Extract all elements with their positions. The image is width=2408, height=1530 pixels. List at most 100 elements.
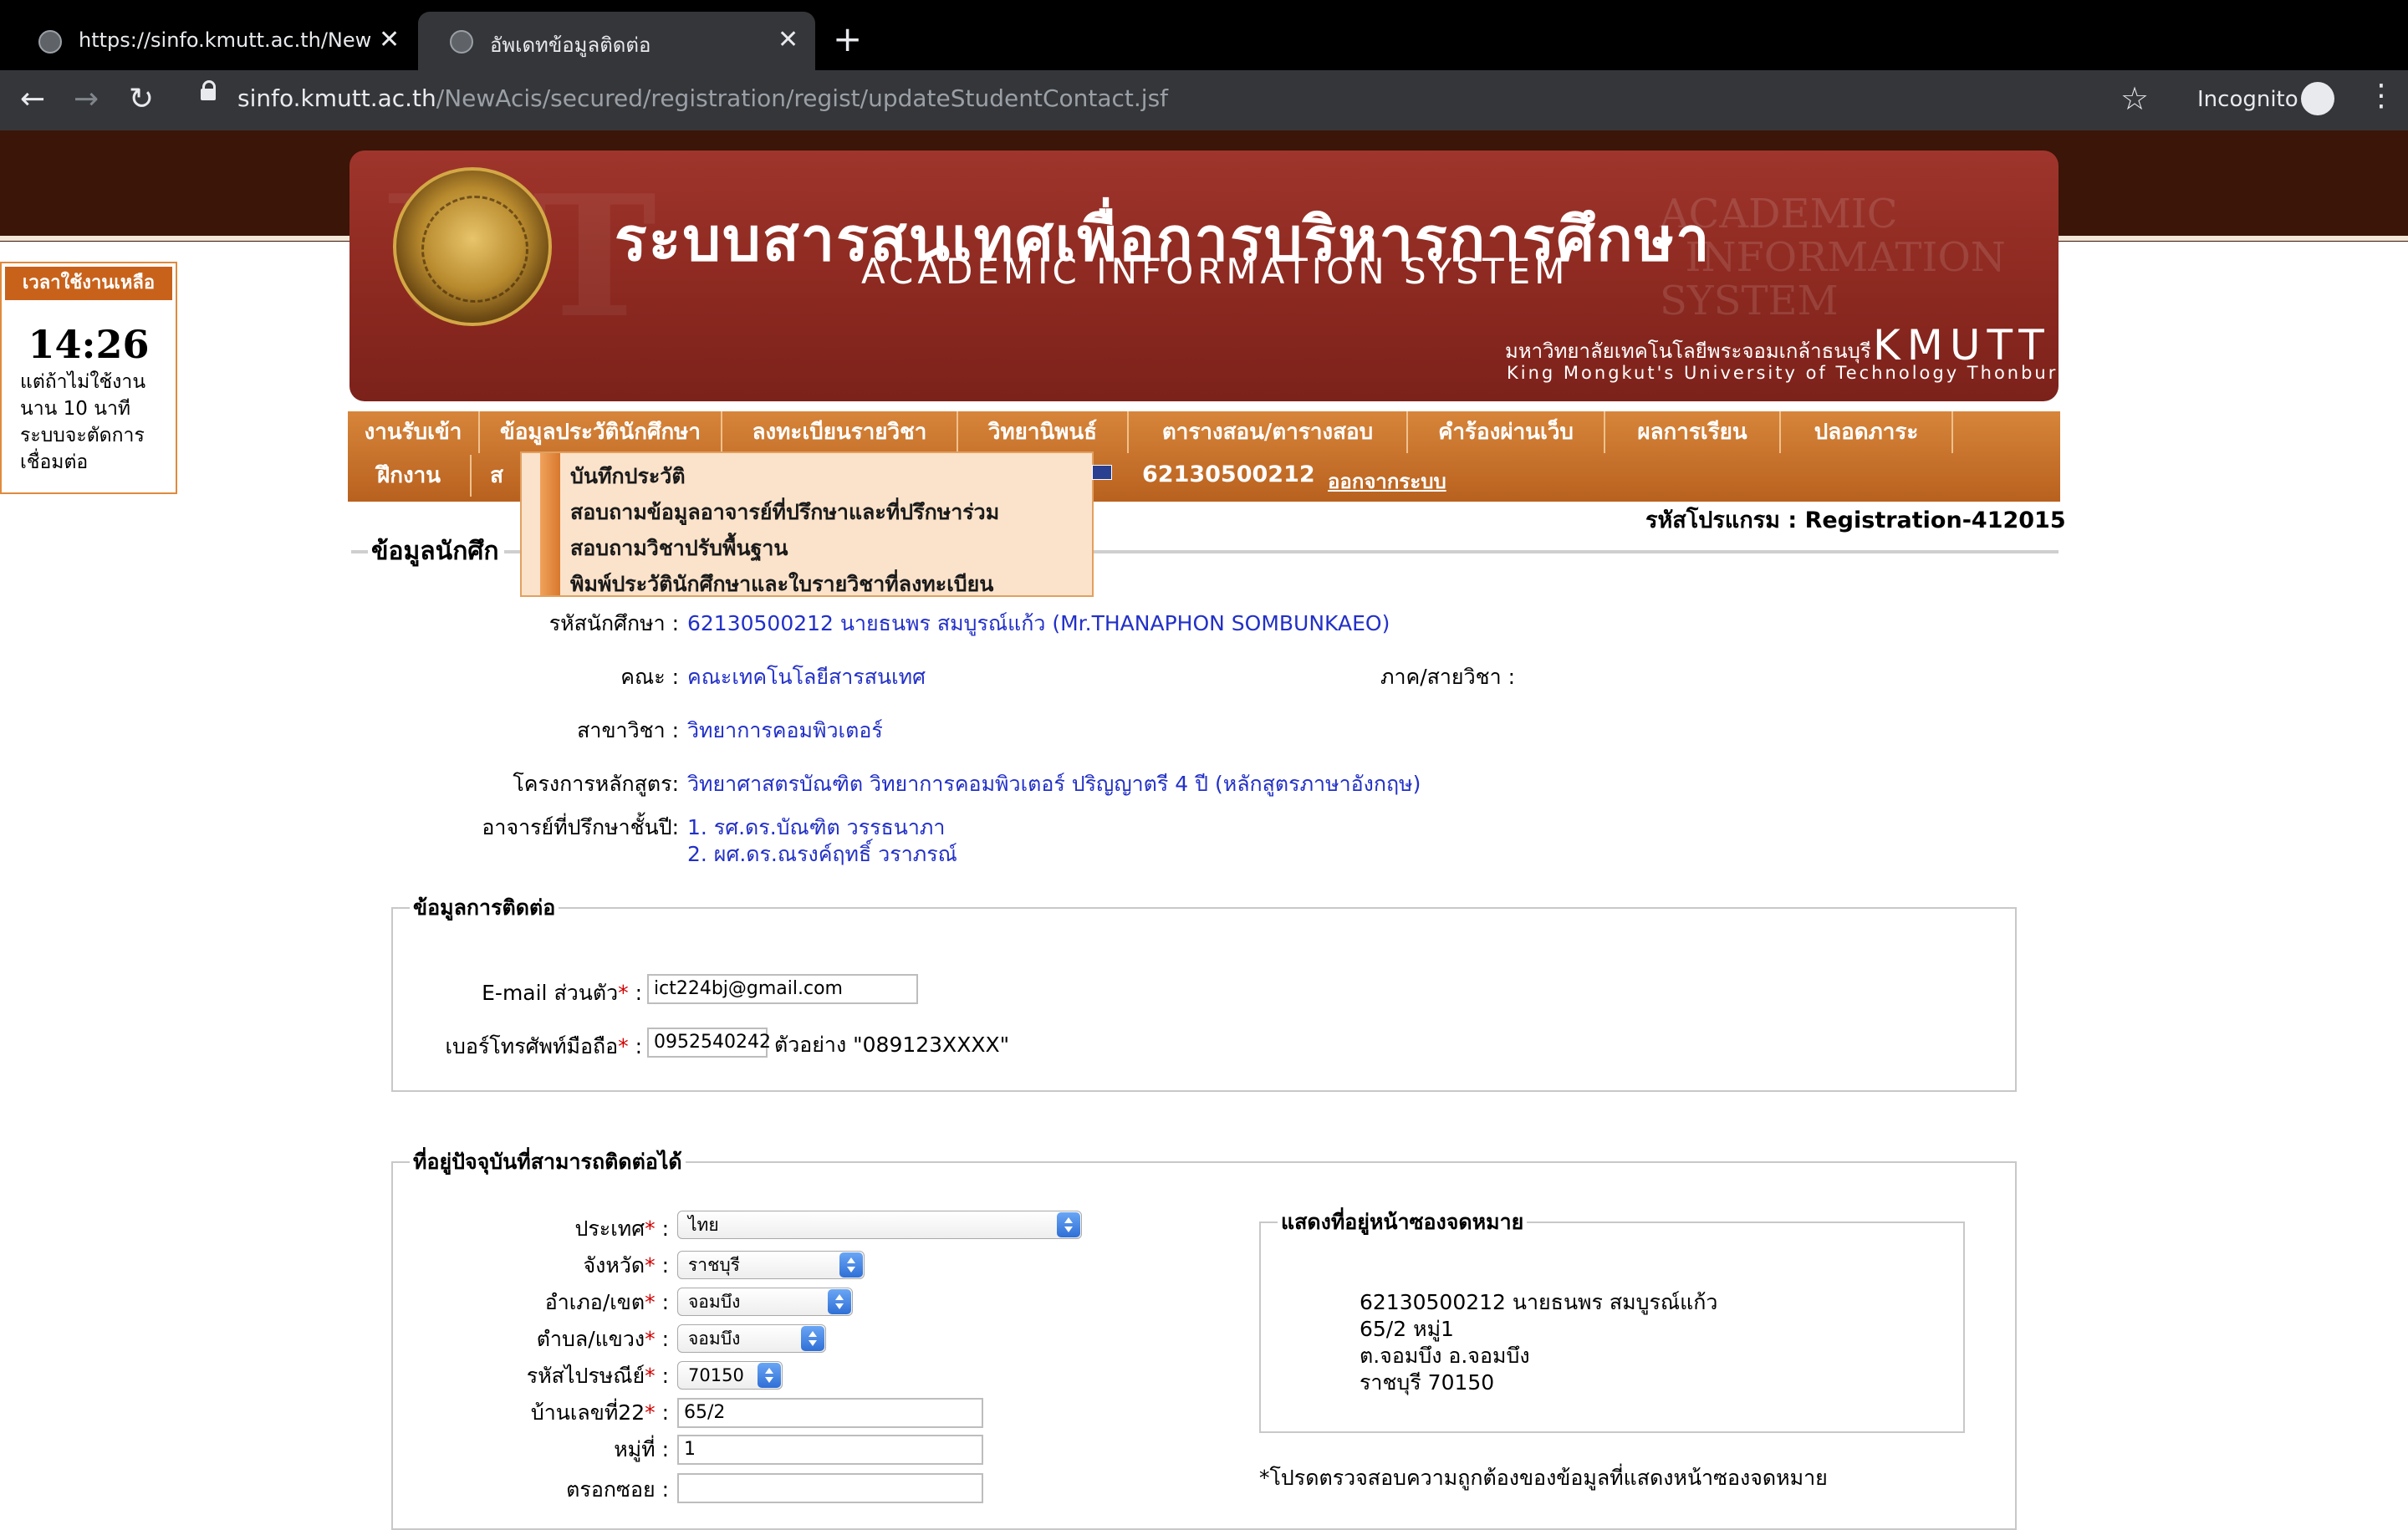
nav-admission[interactable]: งานรับเข้า: [348, 411, 480, 453]
incognito-icon[interactable]: [2301, 82, 2334, 115]
nav-thesis[interactable]: วิทยานิพนธ์: [958, 411, 1129, 453]
required-mark: *: [645, 1290, 656, 1314]
required-mark: *: [618, 981, 629, 1005]
university-seal-logo: [393, 167, 552, 326]
session-timer-panel: เวลาใช้งานเหลือ 14:26 แต่ถ้าไม่ใช้งานนาน…: [0, 262, 177, 494]
curriculum-value: วิทยาศาสตรบัณฑิต วิทยาการคอมพิวเตอร์ ปริ…: [687, 772, 1421, 796]
subdistrict-label: ตำบล/แขวง* :: [537, 1323, 669, 1356]
faculty-label: คณะ :: [620, 665, 679, 689]
address-bar[interactable]: sinfo.kmutt.ac.th/NewAcis/secured/regist…: [237, 84, 1168, 112]
globe-icon: [38, 30, 62, 54]
subdistrict-selected-value: จอมบึง: [688, 1329, 741, 1349]
required-mark: *: [618, 1034, 629, 1058]
subdistrict-label-text: ตำบล/แขวง: [536, 1327, 645, 1351]
nav-internship[interactable]: ฝึกงาน: [348, 455, 472, 497]
session-timeout-message: แต่ถ้าไม่ใช้งานนาน 10 นาที ระบบจะตัดการเ…: [20, 371, 146, 473]
logout-link[interactable]: ออกจากระบบ: [1328, 465, 1446, 497]
logged-in-user-id: 62130500212: [1142, 462, 1315, 487]
required-mark: *: [645, 1364, 656, 1388]
contact-legend: ข้อมูลการติดต่อ: [413, 895, 556, 920]
forward-arrow-icon[interactable]: →: [74, 82, 99, 116]
district-select[interactable]: จอมบึง: [677, 1288, 853, 1316]
browser-tab-1[interactable]: https://sinfo.kmutt.ac.th/NewAcis/ ✕: [7, 12, 412, 70]
browser-tab-bar: https://sinfo.kmutt.ac.th/NewAcis/ ✕ อัพ…: [0, 0, 2408, 70]
moo-label: หมู่ที่ :: [614, 1437, 669, 1461]
close-icon[interactable]: ✕: [778, 25, 798, 54]
required-mark: *: [645, 1253, 656, 1278]
email-field[interactable]: ict224bj@gmail.com: [647, 974, 918, 1004]
country-selected-value: ไทย: [688, 1215, 719, 1235]
nav-web-petition[interactable]: คำร้องผ่านเว็บ: [1408, 411, 1605, 453]
menu-item-save-profile[interactable]: บันทึกประวัติ: [570, 460, 686, 493]
banner-title-en: ACADEMIC INFORMATION SYSTEM: [861, 251, 1569, 292]
incognito-label: Incognito: [2197, 87, 2298, 112]
new-tab-button[interactable]: +: [833, 18, 862, 59]
colon: :: [655, 1290, 669, 1314]
envelope-legend: แสดงที่อยู่หน้าซองจดหมาย: [1281, 1210, 1524, 1234]
section-title: ข้อมูลนักศึก: [371, 532, 504, 571]
major-value: วิทยาการคอมพิวเตอร์: [687, 718, 883, 742]
tab-title: https://sinfo.kmutt.ac.th/NewAcis/: [79, 28, 371, 52]
select-arrows-icon: [839, 1252, 863, 1278]
phone-example: ตัวอย่าง "089123XXXX": [774, 1033, 1010, 1057]
curriculum-label: โครงการหลักสูตร:: [513, 772, 679, 796]
browser-tab-2[interactable]: อัพเดทข้อมูลติดต่อ ✕: [418, 12, 815, 70]
country-select[interactable]: ไทย: [677, 1211, 1082, 1239]
required-mark: *: [645, 1400, 656, 1425]
soi-label: ตรอกซอย :: [566, 1477, 669, 1502]
student-profile-dropdown: บันทึกประวัติ สอบถามข้อมูลอาจารย์ที่ปรึก…: [520, 451, 1094, 597]
house-no-label: บ้านเลขที่22* :: [531, 1396, 669, 1430]
soi-field[interactable]: [677, 1473, 983, 1503]
country-label: ประเทศ* :: [575, 1212, 670, 1246]
select-arrows-icon: [758, 1363, 781, 1388]
select-arrows-icon: [801, 1326, 824, 1351]
nav-student-profile[interactable]: ข้อมูลประวัตินักศึกษา: [480, 411, 722, 453]
envelope-note: *โปรดตรวจสอบความถูกต้องของข้อมูลที่แสดงห…: [1259, 1466, 1828, 1490]
browser-toolbar: ← → ↻ sinfo.kmutt.ac.th/NewAcis/secured/…: [0, 70, 2408, 130]
phone-label-text: เบอร์โทรศัพท์มือถือ: [445, 1034, 619, 1058]
postcode-select[interactable]: 70150: [677, 1361, 783, 1390]
colon: :: [655, 1216, 669, 1241]
phone-field[interactable]: 0952540242: [647, 1028, 771, 1058]
reload-icon[interactable]: ↻: [129, 82, 154, 116]
colon: :: [628, 1034, 642, 1058]
session-time-remaining: 14:26: [28, 322, 150, 367]
province-selected-value: ราชบุรี: [688, 1255, 740, 1275]
section-divider: [351, 550, 368, 553]
url-host: sinfo.kmutt.ac.th: [237, 84, 436, 112]
house-no-field[interactable]: 65/2: [677, 1398, 983, 1428]
dropdown-stripe: [540, 453, 560, 595]
province-label: จังหวัด* :: [584, 1249, 669, 1283]
major-label: สาขาวิชา :: [577, 718, 679, 742]
student-id-label: รหัสนักศึกษา :: [548, 611, 679, 635]
menu-item-foundation-courses[interactable]: สอบถามวิชาปรับพื้นฐาน: [570, 532, 788, 565]
faculty-value: คณะเทคโนโลยีสารสนเทศ: [687, 665, 926, 689]
subdistrict-select[interactable]: จอมบึง: [677, 1324, 826, 1353]
menu-item-print-profile[interactable]: พิมพ์ประวัตินักศึกษาและใบรายวิชาที่ลงทะเ…: [570, 568, 993, 601]
bookmark-star-icon[interactable]: ☆: [2120, 80, 2149, 117]
back-arrow-icon[interactable]: ←: [20, 82, 45, 116]
session-timer-header: เวลาใช้งานเหลือ: [5, 267, 172, 300]
close-icon[interactable]: ✕: [379, 25, 400, 54]
province-select[interactable]: ราชบุรี: [677, 1251, 865, 1279]
more-menu-icon[interactable]: ⋮: [2366, 79, 2396, 113]
nav-grades[interactable]: ผลการเรียน: [1605, 411, 1781, 453]
lock-icon: [201, 80, 216, 100]
select-arrows-icon: [1057, 1212, 1080, 1237]
district-label: อำเภอ/เขต* :: [545, 1286, 669, 1319]
province-label-text: จังหวัด: [583, 1253, 645, 1278]
nav-clearance[interactable]: ปลอดภาระ: [1781, 411, 1953, 453]
required-mark: *: [645, 1327, 656, 1351]
house-no-label-text: บ้านเลขที่22: [530, 1400, 645, 1425]
nav-item-partial[interactable]: ส: [472, 455, 522, 497]
moo-field[interactable]: 1: [677, 1435, 983, 1465]
nav-course-registration[interactable]: ลงทะเบียนรายวิชา: [722, 411, 958, 453]
menu-item-advisor-info[interactable]: สอบถามข้อมูลอาจารย์ที่ปรึกษาและที่ปรึกษา…: [570, 496, 999, 529]
address-legend: ที่อยู่ปัจจุบันที่สามารถติดต่อได้: [413, 1150, 682, 1174]
email-label-text: E-mail ส่วนตัว: [482, 981, 619, 1005]
uk-flag-icon[interactable]: [1092, 465, 1112, 480]
nav-timetable[interactable]: ตารางสอน/ตารางสอบ: [1129, 411, 1408, 453]
url-path: /NewAcis/secured/registration/regist/upd…: [436, 84, 1169, 112]
colon: :: [628, 981, 642, 1005]
email-label: E-mail ส่วนตัว* :: [482, 977, 642, 1010]
